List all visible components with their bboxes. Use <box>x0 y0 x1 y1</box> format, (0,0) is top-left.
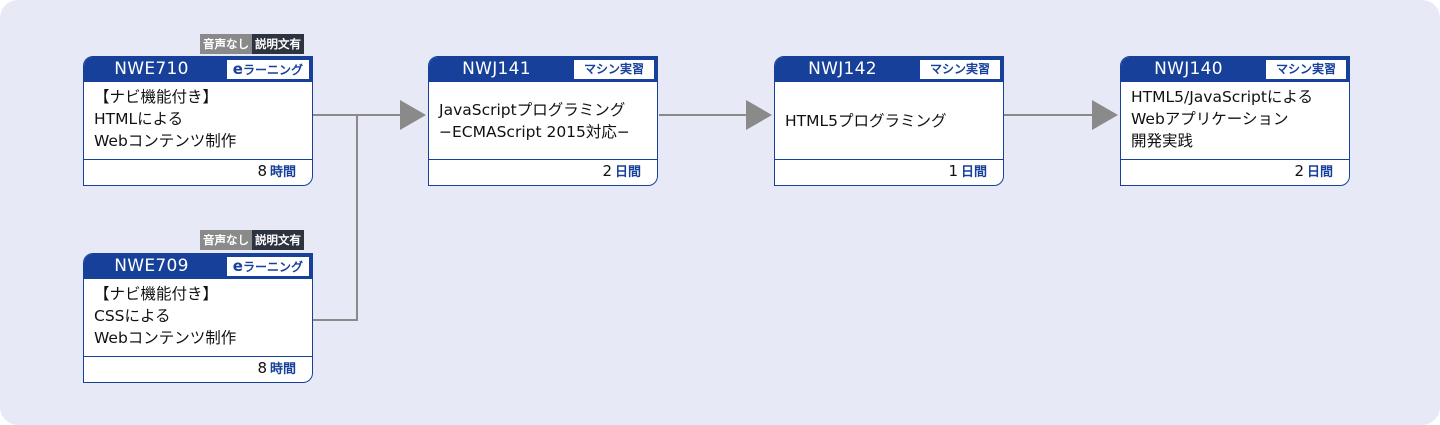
arrow-head-3 <box>1092 100 1118 130</box>
no-audio-label: 音声なし <box>200 34 252 54</box>
elearning-e-mark: e <box>232 60 243 78</box>
duration-value: 2 <box>1294 162 1304 180</box>
course-duration: 8 時間 <box>84 356 312 382</box>
arrow-head-2 <box>746 100 772 130</box>
course-title-line: HTMLによる <box>94 110 184 128</box>
course-type-label: マシン実習 <box>574 60 654 79</box>
course-title-line: JavaScriptプログラミング <box>439 100 626 119</box>
course-title-line: Webアプリケーション <box>1131 110 1289 128</box>
course-title-line: Webコンテンツ制作 <box>94 132 237 150</box>
course-title: HTML5/JavaScriptによる Webアプリケーション 開発実践 <box>1121 82 1349 160</box>
card-header: NWJ142 マシン実習 <box>775 57 1003 82</box>
course-duration: 2 日間 <box>429 159 657 185</box>
course-card-nwj140[interactable]: NWJ140 マシン実習 HTML5/JavaScriptによる Webアプリケ… <box>1120 56 1350 186</box>
course-type-text: ラーニング <box>242 260 303 274</box>
course-title-line: Webコンテンツ制作 <box>94 329 237 347</box>
card-header: NWE710 eラーニング <box>84 57 312 82</box>
course-code: NWJ141 <box>462 59 531 79</box>
duration-unit: 日間 <box>960 165 987 180</box>
elearning-e-mark: e <box>232 257 243 275</box>
course-card-nwe710[interactable]: NWE710 eラーニング 【ナビ機能付き】 HTMLによる Webコンテンツ制… <box>83 56 313 186</box>
course-title: HTML5プログラミング <box>775 82 1003 160</box>
course-title-line: 開発実践 <box>1131 132 1194 150</box>
course-type-label: eラーニング <box>226 257 309 276</box>
duration-value: 2 <box>602 162 612 180</box>
course-title: 【ナビ機能付き】 HTMLによる Webコンテンツ制作 <box>84 82 312 160</box>
duration-value: 8 <box>257 359 267 377</box>
course-card-nwe709[interactable]: NWE709 eラーニング 【ナビ機能付き】 CSSによる Webコンテンツ制作… <box>83 253 313 383</box>
audio-badge: 音声なし 説明文有 <box>200 230 304 250</box>
course-title-line: HTML5/JavaScriptによる <box>1131 88 1313 106</box>
audio-badge: 音声なし 説明文有 <box>200 34 304 54</box>
course-title-line: CSSによる <box>94 307 171 325</box>
no-audio-label: 音声なし <box>200 230 252 250</box>
course-card-nwj142[interactable]: NWJ142 マシン実習 HTML5プログラミング 1 日間 <box>774 56 1004 186</box>
course-duration: 2 日間 <box>1121 159 1349 185</box>
course-type-label: eラーニング <box>226 60 309 79</box>
course-type-label: マシン実習 <box>920 60 1000 79</box>
course-duration: 8 時間 <box>84 159 312 185</box>
duration-unit: 日間 <box>614 165 641 180</box>
course-card-nwj141[interactable]: NWJ141 マシン実習 JavaScriptプログラミング −ECMAScri… <box>428 56 658 186</box>
course-type-label: マシン実習 <box>1266 60 1346 79</box>
diagram-canvas: 音声なし 説明文有 NWE710 eラーニング 【ナビ機能付き】 HTMLによる… <box>0 0 1440 425</box>
duration-value: 1 <box>948 162 958 180</box>
course-title-line: −ECMAScript 2015対応− <box>439 122 630 141</box>
course-duration: 1 日間 <box>775 159 1003 185</box>
course-title-line: 【ナビ機能付き】 <box>94 88 219 106</box>
course-type-text: ラーニング <box>242 63 303 77</box>
card-header: NWE709 eラーニング <box>84 254 312 279</box>
connector-merge <box>313 114 358 321</box>
course-code: NWE710 <box>114 59 189 79</box>
arrow-head-1 <box>400 100 426 130</box>
card-header: NWJ140 マシン実習 <box>1121 57 1349 82</box>
duration-unit: 日間 <box>1306 165 1333 180</box>
description-label: 説明文有 <box>252 34 304 54</box>
course-code: NWJ140 <box>1154 59 1223 79</box>
course-code: NWE709 <box>114 256 189 276</box>
duration-unit: 時間 <box>269 165 296 180</box>
duration-value: 8 <box>257 162 267 180</box>
course-title-line: 【ナビ機能付き】 <box>94 285 219 303</box>
description-label: 説明文有 <box>252 230 304 250</box>
card-header: NWJ141 マシン実習 <box>429 57 657 82</box>
course-title: JavaScriptプログラミング −ECMAScript 2015対応− <box>429 82 657 160</box>
course-title: 【ナビ機能付き】 CSSによる Webコンテンツ制作 <box>84 279 312 357</box>
course-code: NWJ142 <box>808 59 877 79</box>
course-title-line: HTML5プログラミング <box>785 111 947 130</box>
duration-unit: 時間 <box>269 362 296 377</box>
